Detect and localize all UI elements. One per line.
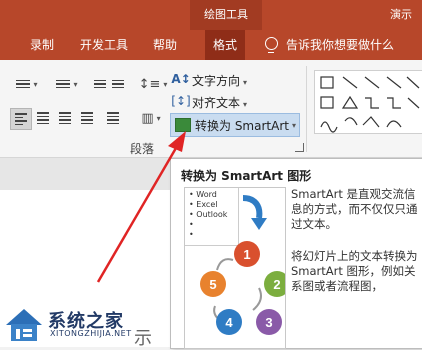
tab-record[interactable]: 录制 — [30, 30, 54, 60]
chevron-down-icon: ▾ — [291, 120, 296, 130]
dialog-launcher-icon[interactable] — [295, 143, 304, 152]
columns-icon: ▥ — [141, 110, 154, 126]
cycle-number-4: 4 — [225, 315, 233, 330]
align-right-button[interactable] — [56, 109, 74, 127]
increase-indent-button[interactable] — [110, 76, 126, 92]
tab-format[interactable]: 格式 — [205, 30, 246, 60]
chevron-down-icon: ▾ — [163, 79, 168, 89]
align-text-button[interactable]: 对齐文本 ▾ — [192, 94, 247, 111]
watermark-logo: 系统之家 XITONGZHIJIA.NET — [2, 303, 162, 345]
numbered-list-icon — [56, 79, 71, 89]
tab-developer[interactable]: 开发工具 — [80, 30, 128, 60]
chevron-down-icon: ▾ — [243, 100, 248, 109]
menu-bar: 录制 开发工具 帮助 格式 告诉我你想要做什么 — [0, 30, 422, 60]
bullets-button[interactable]: ▾ — [12, 76, 42, 92]
decrease-indent-button[interactable] — [92, 76, 108, 92]
cycle-number-1: 1 — [243, 247, 250, 262]
align-right-icon — [59, 112, 71, 124]
chevron-down-icon: ▾ — [243, 78, 248, 87]
distributed-icon — [107, 112, 119, 124]
align-text-icon: [↕] — [171, 94, 191, 108]
cycle-number-5: 5 — [209, 277, 216, 292]
cycle-number-3: 3 — [265, 315, 272, 330]
house-logo-icon — [6, 309, 42, 341]
columns-button[interactable]: ▥ ▾ — [140, 109, 162, 127]
distributed-button[interactable] — [104, 109, 122, 127]
tab-help[interactable]: 帮助 — [153, 30, 177, 60]
arrow-head — [251, 218, 267, 230]
convert-smartart-label: 转换为 SmartArt — [195, 118, 289, 133]
smartart-icon — [175, 118, 191, 132]
text-direction-label: 文字方向 — [192, 74, 241, 88]
bulleted-list-icon — [16, 79, 31, 89]
text-direction-icon: A↕ — [171, 72, 191, 86]
indent-icon — [112, 79, 124, 89]
conversion-arrow — [242, 195, 263, 219]
smartart-preview: • Word • Excel • Outlook • • 1 2 3 4 5 — [184, 187, 286, 349]
lightbulb-icon[interactable] — [265, 37, 278, 53]
align-left-button[interactable] — [10, 108, 32, 130]
align-center-icon — [37, 112, 49, 124]
group-divider — [306, 66, 307, 152]
align-text-label: 对齐文本 — [192, 96, 241, 110]
tell-me-search[interactable]: 告诉我你想要做什么 — [286, 30, 394, 60]
indent-icon — [94, 79, 106, 89]
align-center-button[interactable] — [34, 109, 52, 127]
cycle-arrow — [216, 258, 234, 271]
line-spacing-button[interactable]: ↕≡ ▾ — [138, 76, 168, 92]
cycle-arrow — [252, 287, 262, 311]
paragraph-group-label: 段落 — [130, 142, 155, 156]
cycle-diagram: 1 2 3 4 5 — [200, 195, 285, 335]
chevron-down-icon: ▾ — [73, 79, 78, 89]
watermark-url: XITONGZHIJIA.NET — [50, 329, 132, 338]
line-spacing-icon: ↕≡ — [138, 76, 161, 92]
numbering-button[interactable]: ▾ — [52, 76, 82, 92]
chevron-down-icon: ▾ — [33, 79, 38, 89]
cycle-number-2: 2 — [273, 277, 280, 292]
justify-icon — [81, 112, 93, 124]
smartart-tooltip: 转换为 SmartArt 图形 • Word • Excel • Outlook… — [170, 158, 422, 349]
present-label: 演示 — [390, 8, 412, 21]
drawing-tools-context-label: 绘图工具 — [190, 0, 262, 30]
chevron-down-icon: ▾ — [156, 113, 161, 123]
justify-button[interactable] — [78, 109, 96, 127]
text-direction-button[interactable]: 文字方向 ▾ — [192, 72, 247, 89]
tooltip-title: 转换为 SmartArt 图形 — [181, 169, 312, 183]
tooltip-description-1: SmartArt 是直观交流信息的方式，而不仅仅只通过文本。 — [291, 187, 418, 231]
convert-to-smartart-button[interactable]: 转换为 SmartArt ▾ — [170, 113, 300, 137]
shapes-icon — [320, 76, 420, 133]
shapes-gallery[interactable] — [314, 70, 422, 134]
tooltip-description-2: 将幻灯片上的文本转换为 SmartArt 图形，例如关系图或者流程图， — [291, 249, 418, 293]
align-left-icon — [15, 113, 27, 125]
